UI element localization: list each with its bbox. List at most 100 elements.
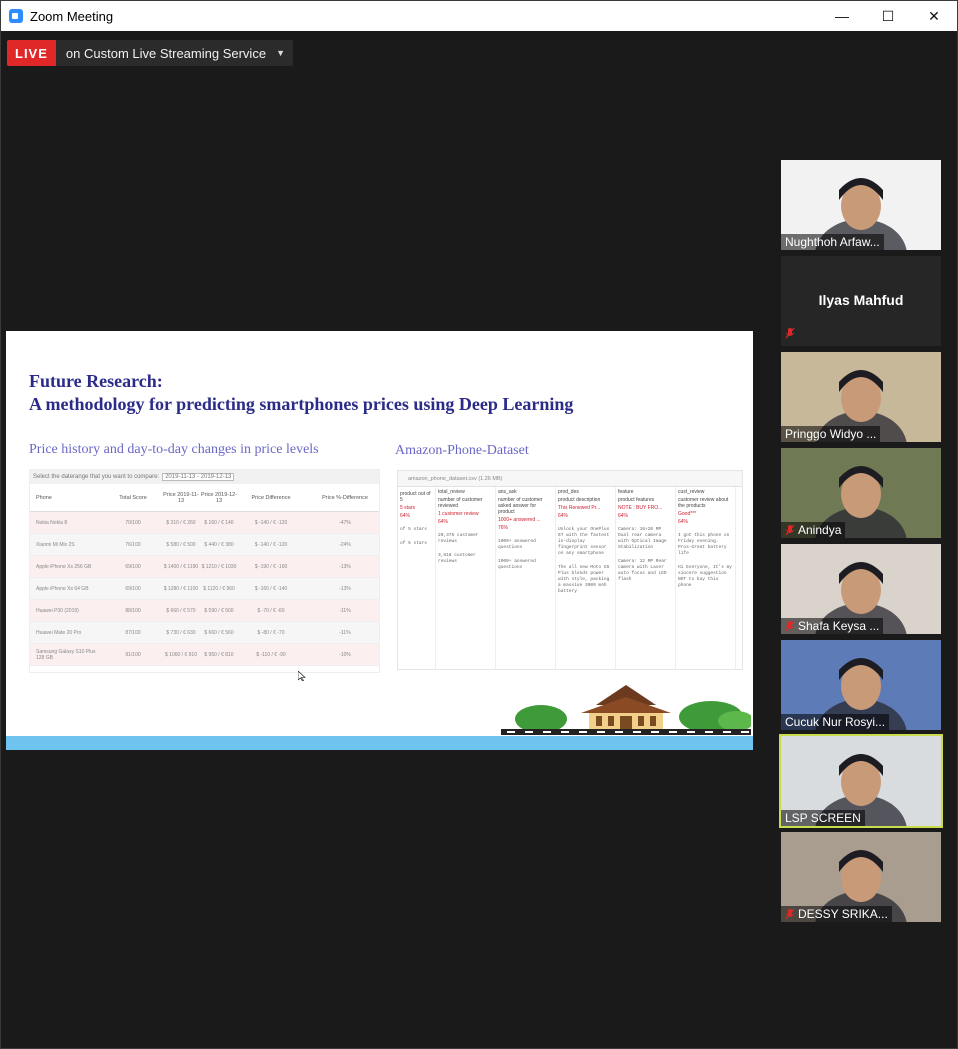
dataset-column-pct: 64% — [678, 519, 689, 525]
dataset-column-desc: customer review about the products — [678, 497, 729, 509]
minimize-icon[interactable]: — — [819, 1, 865, 31]
table-cell: 87/100 — [125, 629, 141, 636]
participant-tile[interactable]: LSP SCREEN — [779, 734, 943, 828]
dataset-column-pct: 64% — [400, 513, 411, 519]
price-table: Select the daterange that you want to co… — [29, 469, 380, 673]
title-bar[interactable]: Zoom Meeting — ☐ ✕ — [1, 1, 957, 31]
window-title: Zoom Meeting — [30, 8, 114, 24]
participant-name: LSP SCREEN — [785, 811, 861, 825]
dataset-cell: Hi Everyone, It's my sincere suggestion … — [678, 565, 733, 588]
table-row: Samsung Galaxy S10 Plus 128 GB 91/100 $ 10… — [30, 644, 379, 666]
mic-muted-icon — [785, 524, 795, 536]
header-cell: Price Difference — [251, 494, 291, 501]
maximize-icon[interactable]: ☐ — [865, 1, 911, 31]
dataset-file-label: amazon_phone_dataset.csv (1.26 MB) — [398, 471, 742, 487]
slide-footer-bar — [6, 736, 753, 750]
dataset-column: prod_des product description This Renewed … — [556, 487, 616, 669]
participant-tile[interactable]: Nughthoh Arfaw... — [781, 160, 941, 250]
participant-name-label: DESSY SRIKA... — [781, 906, 892, 922]
participant-name: Pringgo Widyo ... — [785, 427, 877, 441]
dataset-column-desc: product features — [618, 497, 655, 503]
table-cell: $ -160 / € -140 — [254, 585, 288, 592]
table-cell: $ -140 / € -120 — [254, 519, 288, 526]
dataset-column-pct: 64% — [438, 519, 449, 525]
table-cell: Apple iPhone Xs 64 GB — [36, 585, 89, 592]
participant-name-label: LSP SCREEN — [781, 810, 865, 826]
table-cell: Huawei P30 (2019) — [36, 607, 79, 614]
dataset-heading: Amazon-Phone-Dataset — [395, 443, 529, 458]
table-cell: Xiaomi Mi Mix 2S — [36, 541, 75, 548]
shared-screen-slide: Future Research: A methodology for predi… — [6, 331, 753, 750]
table-cell: $ 1060 / € 910 — [165, 651, 197, 658]
dataset-cell: 20,376 customer reviews — [438, 533, 479, 544]
dataset-column: ans_ask number of customer asked answer f… — [496, 487, 556, 669]
dataset-column-desc: number of customer asked answer for prod… — [498, 497, 543, 515]
table-cell: -11% — [339, 629, 351, 636]
participant-name-label: Pringgo Widyo ... — [781, 426, 881, 442]
participant-tile[interactable]: Anindya — [781, 448, 941, 538]
participant-name: Shafa Keysa ... — [798, 619, 880, 633]
dataset-cell: Unlock your OnePlus 6T with the fastest … — [558, 527, 610, 556]
header-cell: Price %-Difference — [322, 494, 368, 501]
table-cell: $ -110 / € -90 — [256, 651, 286, 658]
dataset-cell: 3,818 customer reviews — [438, 553, 476, 564]
dataset-column: cust_review customer review about the pro… — [676, 487, 736, 669]
participant-name-label: Shafa Keysa ... — [781, 618, 884, 634]
participant-name: Anindya — [798, 523, 842, 537]
header-cell: Total Score — [119, 494, 147, 501]
dataset-cell: I got this phone on Friday evening. Pros… — [678, 533, 730, 556]
zoom-app-icon — [9, 9, 23, 23]
live-service-label: on Custom Live Streaming Service — [65, 45, 267, 61]
table-row: Xiaomi Mi Mix 2S 76/100 $ 580 / € 500 $ 440… — [30, 534, 379, 556]
daterange-row: Select the daterange that you want to co… — [30, 470, 379, 484]
table-row: Apple iPhone Xs 64 GB 69/100 $ 1280 / € 11… — [30, 578, 379, 600]
participant-name-label: Cucuk Nur Rosyi... — [781, 714, 890, 730]
participant-tile[interactable]: Ilyas Mahfud — [781, 256, 941, 346]
participant-tile[interactable]: Pringgo Widyo ... — [781, 352, 941, 442]
live-stream-indicator[interactable]: LIVE on Custom Live Streaming Service ▼ — [7, 40, 293, 66]
table-cell: Samsung Galaxy S10 Plus 128 GB — [36, 648, 96, 661]
table-cell: $ 660 / € 560 — [204, 629, 234, 636]
participant-name: Ilyas Mahfud — [818, 292, 904, 308]
dataset-column-desc: product out of 5 — [400, 491, 431, 503]
dataset-column-top-value: Good*** — [678, 511, 697, 517]
table-cell: 69/100 — [125, 563, 141, 570]
dataset-preview: amazon_phone_dataset.csv (1.26 MB) produ… — [397, 470, 743, 670]
table-cell: 70/100 — [125, 519, 141, 526]
participant-tile[interactable]: DESSY SRIKA... — [781, 832, 941, 922]
window-controls: — ☐ ✕ — [819, 1, 957, 31]
table-cell: Nokia Nokia 8 — [36, 519, 68, 526]
building-illustration — [501, 685, 751, 735]
dataset-column-top-value: 1 customer review — [438, 511, 479, 517]
daterange-input: 2019-11-13 - 2019-12-13 — [162, 473, 235, 481]
table-cell: $ -70 / € -60 — [257, 607, 285, 614]
chevron-down-icon[interactable]: ▼ — [276, 40, 293, 66]
close-icon[interactable]: ✕ — [911, 1, 957, 31]
table-cell: $ 950 / € 810 — [204, 651, 234, 658]
dataset-cell: of 5 stars — [400, 527, 428, 532]
dataset-column-top-value: NOTE : BUY FRO... — [618, 505, 663, 511]
mute-indicator — [785, 326, 795, 344]
price-table-body: Nokia Nokia 8 70/100 $ 310 / € 260 $ 160 / … — [30, 512, 379, 666]
table-cell: -47% — [339, 519, 351, 526]
table-cell: $ 590 / € 500 — [204, 607, 234, 614]
dataset-column-name: feature — [618, 489, 634, 495]
table-row: Apple iPhone Xs 256 GB 69/100 $ 1400 / € 1… — [30, 556, 379, 578]
table-cell: $ 1400 / € 1190 — [163, 563, 199, 570]
table-row: Nokia Nokia 8 70/100 $ 310 / € 260 $ 160 / … — [30, 512, 379, 534]
table-cell: $ 310 / € 260 — [166, 519, 196, 526]
participant-name-label: Nughthoh Arfaw... — [781, 234, 884, 250]
participant-tile[interactable]: Shafa Keysa ... — [781, 544, 941, 634]
dataset-column: product out of 5 5 stars 64% of 5 stars of 5… — [398, 487, 436, 669]
price-table-header: Phone Total Score Price 2019-11-13 Price… — [30, 484, 379, 512]
table-cell: 91/100 — [125, 651, 141, 658]
table-cell: Huawei Mate 20 Pro — [36, 629, 82, 636]
dataset-column-pct: 64% — [558, 513, 569, 519]
header-cell: Price 2019-12-13 — [200, 491, 238, 504]
daterange-label: Select the daterange that you want to co… — [33, 474, 160, 480]
dataset-cell: Camera: 12 MP Rear camera with Laser aut… — [618, 559, 667, 582]
participant-tile[interactable]: Cucuk Nur Rosyi... — [781, 640, 941, 730]
price-history-heading: Price history and day-to-day changes in … — [29, 442, 319, 457]
dataset-cell: 1000+ answered questions — [498, 559, 536, 570]
header-cell: Price 2019-11-13 — [163, 491, 199, 504]
